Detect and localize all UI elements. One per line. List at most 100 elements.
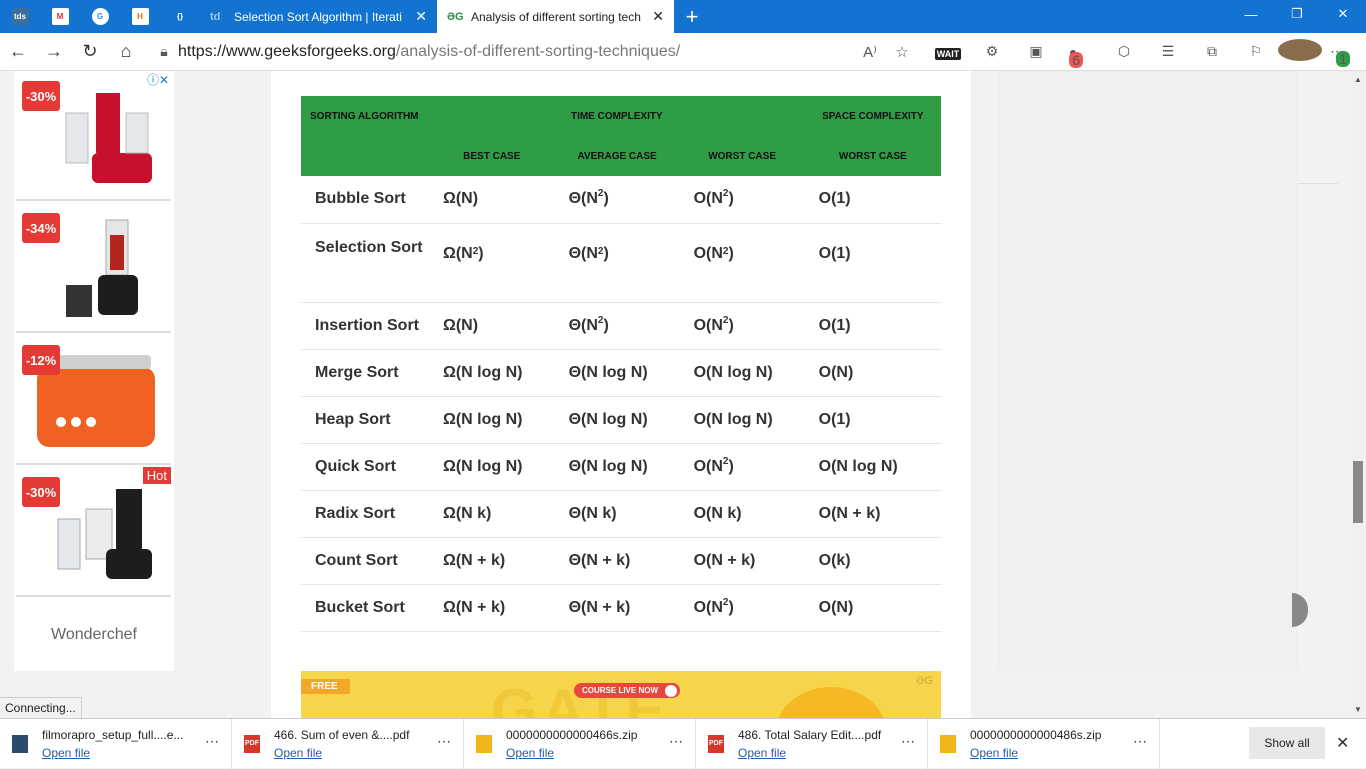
- more-options-icon[interactable]: ⋯: [669, 733, 683, 750]
- space-complexity-cell: O(1): [804, 176, 941, 224]
- table-row: Count Sort Ω(N + k) Θ(N + k) O(N + k) O(k): [301, 537, 941, 585]
- ad-product[interactable]: -12%: [16, 335, 171, 465]
- show-all-button[interactable]: Show all: [1249, 727, 1325, 759]
- worst-case-cell: O(N2): [679, 223, 805, 303]
- maximize-icon[interactable]: ❐: [1274, 0, 1320, 28]
- open-file-link[interactable]: Open file: [738, 746, 881, 760]
- update-badge: 1: [1336, 51, 1350, 67]
- ad-product[interactable]: -34%: [16, 203, 171, 333]
- ad-product[interactable]: -30% Hot: [16, 467, 171, 597]
- algorithm-name: Insertion Sort: [301, 302, 429, 350]
- tab-selection-sort[interactable]: td Selection Sort Algorithm | Iterati ✕: [200, 0, 437, 33]
- scroll-top-button[interactable]: [1292, 593, 1308, 627]
- tab-title: Analysis of different sorting tech: [471, 9, 641, 24]
- worst-case-cell: O(N2): [679, 302, 805, 350]
- pinned-tab-bracket[interactable]: {}: [160, 0, 200, 33]
- space-complexity-cell: O(N log N): [804, 443, 941, 491]
- algorithm-name: Bubble Sort: [301, 176, 429, 224]
- collections-icon[interactable]: ⧉: [1190, 43, 1234, 60]
- pinned-tab-google[interactable]: G: [80, 0, 120, 33]
- worst-case-cell: O(N + k): [679, 537, 805, 585]
- adchoices-icon[interactable]: ⓘ✕: [147, 71, 169, 88]
- favorite-star-icon[interactable]: ☆: [886, 43, 918, 61]
- url-host: https://www.geeksforgeeks.org: [178, 42, 396, 60]
- window-controls: — ❐ ✕: [1228, 0, 1366, 28]
- close-icon[interactable]: ✕: [415, 8, 427, 25]
- average-case-cell: Θ(N log N): [554, 443, 680, 491]
- course-banner[interactable]: GATE FREE COURSE LIVE NOW ƏG: [301, 671, 941, 718]
- scroll-down-icon[interactable]: ▼: [1354, 705, 1362, 714]
- open-file-link[interactable]: Open file: [506, 746, 637, 760]
- read-aloud-icon[interactable]: A⁾: [854, 43, 886, 61]
- wait-extension-icon[interactable]: WAIT: [926, 44, 970, 60]
- tab-analysis-sorting[interactable]: ƏG Analysis of different sorting tech ✕: [437, 0, 674, 33]
- forward-icon[interactable]: →: [36, 33, 72, 71]
- more-menu-icon[interactable]: ⋯1: [1322, 43, 1366, 67]
- download-item[interactable]: 0000000000000466s.zip Open file ⋯: [464, 718, 696, 769]
- play-icon: [665, 685, 678, 697]
- best-case-cell: Ω(N + k): [429, 584, 555, 632]
- scroll-up-icon[interactable]: ▲: [1354, 75, 1362, 84]
- grammar-ext-icon[interactable]: ●6: [1058, 44, 1102, 68]
- pinned-tab-tds[interactable]: tds: [0, 0, 40, 33]
- scrollbar[interactable]: ▲ ▼: [1350, 71, 1366, 718]
- best-case-cell: Ω(N log N): [429, 396, 555, 444]
- url-path: /analysis-of-different-sorting-technique…: [395, 42, 681, 60]
- average-case-cell: Θ(N2): [554, 302, 680, 350]
- back-icon[interactable]: ←: [0, 33, 36, 71]
- more-options-icon[interactable]: ⋯: [1133, 733, 1147, 750]
- favorites-icon[interactable]: ☰: [1146, 43, 1190, 60]
- table-row: Merge Sort Ω(N log N) Θ(N log N) O(N log N)…: [301, 349, 941, 397]
- close-window-icon[interactable]: ✕: [1320, 0, 1366, 28]
- course-live-button[interactable]: COURSE LIVE NOW: [574, 683, 681, 698]
- scroll-thumb[interactable]: [1353, 461, 1363, 523]
- pdf-file-icon: PDF: [708, 734, 724, 753]
- google-icon: G: [91, 8, 109, 25]
- best-case-cell: Ω(N): [429, 302, 555, 350]
- open-file-link[interactable]: Open file: [970, 746, 1101, 760]
- open-file-link[interactable]: Open file: [274, 746, 409, 760]
- algorithm-name: Merge Sort: [301, 349, 429, 397]
- space-complexity-cell: O(1): [804, 223, 941, 303]
- extension-icon[interactable]: ⚙: [970, 43, 1014, 60]
- zip-file-icon: [476, 734, 492, 753]
- profile-avatar[interactable]: [1278, 39, 1322, 64]
- download-item[interactable]: PDF 486. Total Salary Edit....pdf Open fil…: [696, 718, 928, 769]
- algorithm-name: Selection Sort: [301, 223, 429, 303]
- download-filename: 466. Sum of even &....pdf: [274, 727, 410, 742]
- home-icon[interactable]: ⌂: [108, 33, 144, 71]
- more-options-icon[interactable]: ⋯: [205, 733, 219, 750]
- ad-panel[interactable]: -30% ⓘ✕ -34% -12% -30% Hot Wonderchef: [14, 71, 174, 671]
- shield-ext-icon[interactable]: ⬡: [1102, 43, 1146, 60]
- more-options-icon[interactable]: ⋯: [901, 733, 915, 750]
- new-tab-button[interactable]: +: [674, 0, 710, 33]
- close-icon[interactable]: ✕: [1336, 733, 1349, 753]
- download-item[interactable]: filmorapro_setup_full....e... Open file ⋯: [0, 718, 232, 769]
- ad-product[interactable]: -30% ⓘ✕: [16, 71, 171, 201]
- best-case-cell: Ω(N): [429, 176, 555, 224]
- course-live-label: COURSE LIVE NOW: [582, 686, 659, 695]
- gfg-favicon: ƏG: [447, 10, 464, 23]
- table-row: Bubble Sort Ω(N) Θ(N2) O(N2) O(1): [301, 176, 941, 224]
- algorithm-name: Heap Sort: [301, 396, 429, 444]
- best-case-cell: Ω(N k): [429, 490, 555, 538]
- url-field[interactable]: 🔒︎ https://www.geeksforgeeks.org/analysi…: [150, 37, 840, 67]
- worst-case-cell: O(N2): [679, 584, 805, 632]
- download-filename: 0000000000000486s.zip: [970, 727, 1102, 742]
- collections-ext-icon[interactable]: ▣: [1014, 43, 1058, 60]
- open-file-link[interactable]: Open file: [42, 746, 183, 760]
- download-item[interactable]: PDF 466. Sum of even &....pdf Open file ⋯: [232, 718, 464, 769]
- feedback-icon[interactable]: ⚐: [1234, 43, 1278, 60]
- refresh-icon[interactable]: ↻: [72, 33, 108, 71]
- download-item[interactable]: 0000000000000486s.zip Open file ⋯: [928, 718, 1160, 769]
- more-options-icon[interactable]: ⋯: [437, 733, 451, 750]
- lock-icon: 🔒︎: [160, 43, 168, 59]
- pinned-tab-app[interactable]: H: [120, 0, 160, 33]
- minimize-icon[interactable]: —: [1228, 0, 1274, 28]
- pinned-tab-gmail[interactable]: M: [40, 0, 80, 33]
- discount-badge: -30%: [22, 81, 60, 111]
- close-icon[interactable]: ✕: [652, 8, 664, 25]
- ad-brand[interactable]: Wonderchef: [14, 626, 174, 644]
- right-sidebar: [998, 71, 1338, 671]
- worst-case-cell: O(N log N): [679, 396, 805, 444]
